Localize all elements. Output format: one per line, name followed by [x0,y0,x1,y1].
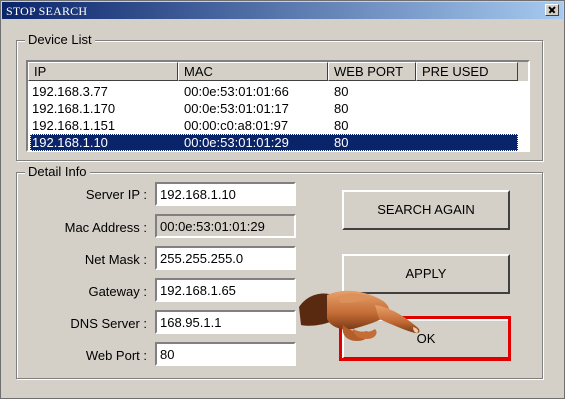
stop-search-window: STOP SEARCH Device List IP MAC WEB PORT … [0,0,565,399]
server-ip-label: Server IP : [85,187,147,202]
search-again-button[interactable]: SEARCH AGAIN [342,190,510,230]
device-mac: 00:0e:53:01:01:29 [184,135,289,150]
column-header-mac[interactable]: MAC [178,62,328,81]
device-web-port: 80 [334,101,349,116]
mac-address-field [155,214,296,238]
device-web-port: 80 [334,84,349,99]
column-header-web-port[interactable]: WEB PORT [328,62,416,81]
device-web-port: 80 [334,135,349,150]
device-web-port: 80 [334,118,349,133]
gateway-label: Gateway : [88,284,147,299]
web-port-field[interactable] [155,342,296,366]
device-mac: 00:00:c0:a8:01:97 [184,118,289,133]
close-icon[interactable] [545,4,559,16]
detail-labels: Server IP : Mac Address : Net Mask : Gat… [21,1,147,400]
pointing-hand-icon [299,290,420,341]
dns-server-label: DNS Server : [70,316,147,331]
device-mac: 00:0e:53:01:01:66 [184,84,289,99]
column-header-pre-used[interactable]: PRE USED [416,62,518,81]
gateway-field[interactable] [155,278,296,302]
web-port-label: Web Port : [85,348,147,363]
net-mask-label: Net Mask : [84,252,147,267]
device-mac: 00:0e:53:01:01:17 [184,101,289,116]
mac-address-label: Mac Address : [64,220,147,235]
server-ip-field[interactable] [155,182,296,206]
net-mask-field[interactable] [155,246,296,270]
dns-server-field[interactable] [155,310,296,334]
